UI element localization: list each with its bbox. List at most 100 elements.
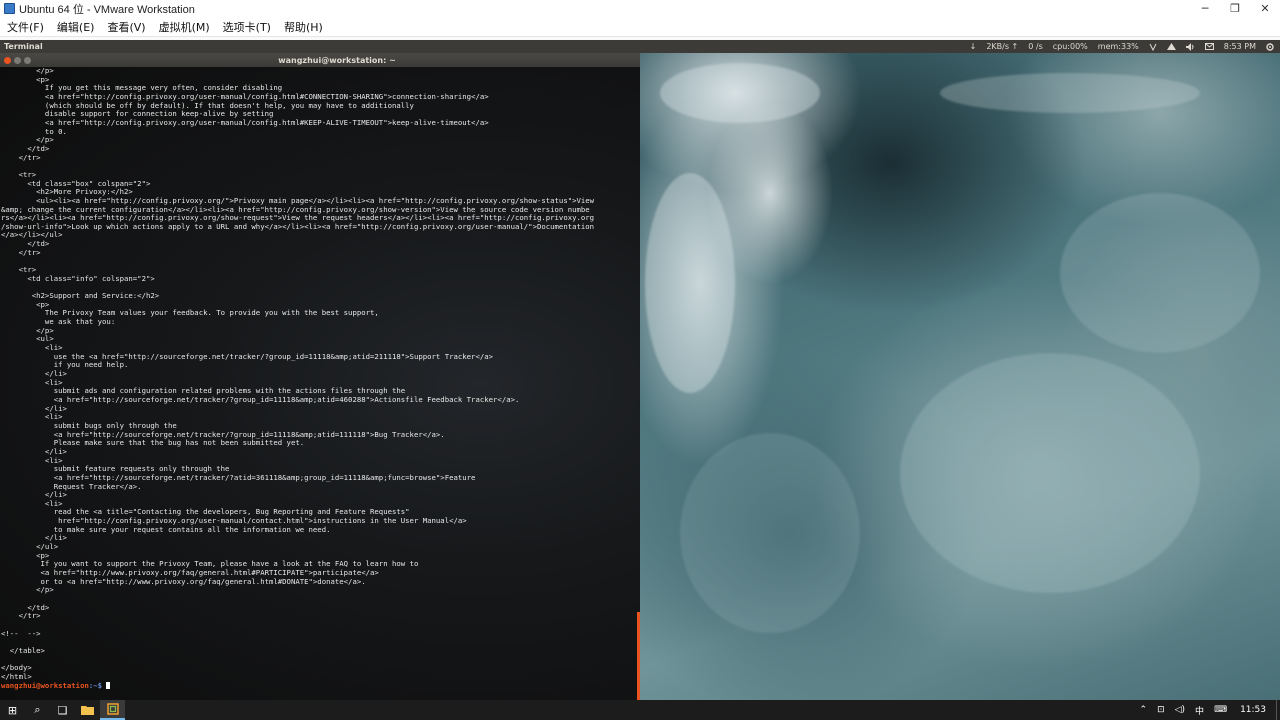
- start-icon[interactable]: ⊞: [0, 700, 25, 720]
- terminal-line: <h2>More Privoxy:</h2>: [1, 188, 133, 197]
- terminal-close-button[interactable]: [4, 56, 11, 64]
- email-icon[interactable]: [1204, 43, 1214, 50]
- panel-clock[interactable]: 8:53 PM: [1224, 42, 1256, 51]
- power-gear-icon[interactable]: [1266, 42, 1274, 51]
- terminal-line: <a href="http://sourceforge.net/tracker/…: [1, 473, 476, 482]
- terminal-line: </li>: [1, 404, 67, 413]
- task-view-icon[interactable]: ❏: [50, 700, 75, 720]
- terminal-line: <ul><li><a href="http://config.privoxy.o…: [1, 196, 595, 205]
- menu-vm[interactable]: 虚拟机(M): [152, 19, 216, 35]
- terminal-line: <a href="http://config.privoxy.org/user-…: [1, 118, 489, 127]
- terminal-line: <li>: [1, 378, 63, 387]
- system-tray: ⌃ ⊡ ◁) 中 ⌨: [1135, 704, 1233, 717]
- terminal-line: <a href="http://sourceforge.net/tracker/…: [1, 430, 445, 439]
- volume-icon[interactable]: [1185, 42, 1195, 51]
- terminal-line: </li>: [1, 491, 67, 500]
- tray-chevron-icon[interactable]: ⌃: [1140, 705, 1148, 715]
- vmware-title-bar: Ubuntu 64 位 - VMware Workstation ─ ❐ ✕: [0, 0, 1280, 17]
- terminal-line: <p>: [1, 551, 50, 560]
- terminal-line: <li>: [1, 344, 63, 352]
- terminal-line: /show-url-info">Look up which actions ap…: [1, 222, 595, 231]
- terminal-line: </tr>: [1, 153, 41, 162]
- ubuntu-top-panel: Terminal ↓ 2KB/s ↑ 0 /s cpu:00% mem:33% …: [0, 40, 1280, 53]
- mem-indicator[interactable]: mem:33%: [1098, 42, 1139, 51]
- taskbar-clock[interactable]: 11:53: [1240, 705, 1266, 715]
- terminal-line: <!-- -->: [1, 629, 41, 638]
- terminal-line: </p>: [1, 136, 54, 145]
- menu-help[interactable]: 帮助(H): [277, 19, 329, 35]
- terminal-title: wangzhui@workstation: ~: [278, 55, 396, 65]
- tray-network-icon[interactable]: ⊡: [1157, 705, 1165, 715]
- minimize-button[interactable]: ─: [1190, 0, 1220, 17]
- terminal-line: </li>: [1, 447, 67, 456]
- terminal-line: rs</a></li><li><a href="http://config.pr…: [1, 214, 595, 223]
- cpu-indicator[interactable]: cpu:00%: [1053, 42, 1088, 51]
- terminal-line: submit feature requests only through the: [1, 465, 230, 474]
- terminal-line: </td>: [1, 144, 50, 153]
- windows-taskbar: ⊞ ⌕ ❏ ⌃ ⊡ ◁) 中 ⌨ 11:53: [0, 700, 1280, 720]
- terminal-line: </p>: [1, 586, 54, 595]
- tray-keyboard-icon[interactable]: ⌨: [1214, 705, 1227, 715]
- terminal-line: <p>: [1, 300, 50, 309]
- terminal-line: If you get this message very often, cons…: [1, 84, 283, 93]
- terminal-line: </table>: [1, 646, 45, 655]
- net-rate-indicator[interactable]: 2KB/s ↑: [986, 42, 1018, 51]
- terminal-line: Request Tracker</a>.: [1, 482, 142, 491]
- terminal-line: <h2>Support and Service:</h2>: [1, 292, 160, 301]
- terminal-output: </p> <p> If you get this message very of…: [0, 67, 640, 682]
- net-up-indicator[interactable]: 0 /s: [1028, 42, 1043, 51]
- terminal-line: <li>: [1, 499, 63, 508]
- prompt-user: wangzhui@workstation: [1, 681, 89, 690]
- terminal-prompt-line[interactable]: wangzhui@workstation:~$: [0, 682, 640, 691]
- terminal-line: <a href="http://config.privoxy.org/user-…: [1, 92, 489, 101]
- desktop-wallpaper: [640, 53, 1280, 700]
- search-icon[interactable]: ⌕: [25, 700, 50, 720]
- terminal-line: </td>: [1, 240, 50, 249]
- terminal-line: </tr>: [1, 248, 41, 257]
- menu-edit[interactable]: 编辑(E): [50, 19, 101, 35]
- terminal-line: if you need help.: [1, 361, 129, 370]
- menu-file[interactable]: 文件(F): [0, 19, 50, 35]
- menu-view[interactable]: 查看(V): [100, 19, 151, 35]
- terminal-line: we ask that you:: [1, 318, 116, 327]
- terminal-window[interactable]: </p> <p> If you get this message very of…: [0, 67, 640, 700]
- terminal-minimize-button[interactable]: [14, 56, 21, 64]
- terminal-line: read the <a title="Contacting the develo…: [1, 508, 410, 517]
- tray-ime-indicator[interactable]: 中: [1195, 704, 1204, 717]
- vmware-app-icon: [4, 3, 15, 14]
- terminal-line: </li>: [1, 534, 67, 543]
- terminal-line: </ul>: [1, 543, 59, 552]
- terminal-line: submit ads and configuration related pro…: [1, 387, 406, 396]
- terminal-title-bar[interactable]: wangzhui@workstation: ~: [0, 53, 640, 67]
- terminal-line: If you want to support the Privoxy Team,…: [1, 560, 419, 569]
- terminal-line: </li>: [1, 369, 67, 378]
- terminal-line: disable support for connection keep-aliv…: [1, 110, 274, 119]
- terminal-line: </body>: [1, 664, 32, 673]
- panel-app-name[interactable]: Terminal: [0, 42, 960, 51]
- terminal-line: to 0.: [1, 127, 67, 136]
- terminal-line: <a href="http://sourceforge.net/tracker/…: [1, 395, 520, 404]
- tray-volume-icon[interactable]: ◁): [1175, 705, 1185, 715]
- prompt-path: :~$: [88, 681, 107, 690]
- network-icon[interactable]: [1166, 42, 1176, 51]
- terminal-line: <a href="http://www.privoxy.org/faq/gene…: [1, 569, 379, 578]
- terminal-line: <td class="info" colspan="2">: [1, 274, 155, 283]
- terminal-line: </p>: [1, 67, 54, 75]
- vmware-taskbar-icon[interactable]: [100, 700, 125, 720]
- terminal-line: <tr>: [1, 170, 37, 179]
- terminal-maximize-button[interactable]: [24, 56, 31, 64]
- menu-tabs[interactable]: 选项卡(T): [216, 19, 277, 35]
- close-button[interactable]: ✕: [1250, 0, 1280, 17]
- terminal-line: <li>: [1, 456, 63, 465]
- file-explorer-icon[interactable]: [75, 700, 100, 720]
- vmware-menu-bar: 文件(F) 编辑(E) 查看(V) 虚拟机(M) 选项卡(T) 帮助(H): [0, 17, 1280, 37]
- terminal-line: (which should be off by default). If tha…: [1, 101, 414, 110]
- terminal-line: </a></li></ul>: [1, 231, 63, 240]
- restore-button[interactable]: ❐: [1220, 0, 1250, 17]
- show-desktop-button[interactable]: [1276, 700, 1280, 720]
- keyboard-icon[interactable]: [1149, 43, 1157, 51]
